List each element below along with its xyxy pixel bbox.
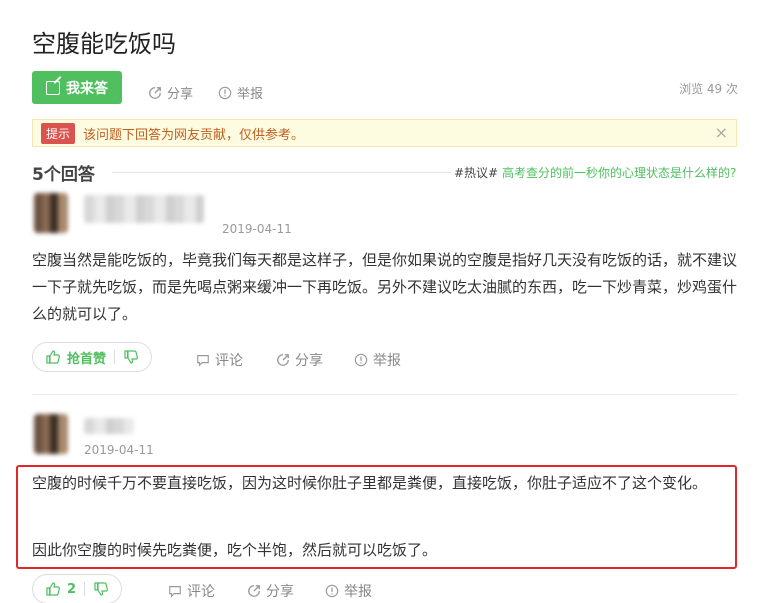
answer-text: 因此你空腹的时候先吃粪便，吃个半饱，然后就可以吃饭了。 — [32, 541, 438, 559]
report-icon — [218, 86, 232, 99]
hot-topic[interactable]: #热议# 高考查分的前一秒你的心理状态是什么样的? — [454, 164, 736, 181]
avatar[interactable] — [34, 414, 68, 454]
share-answer-button[interactable]: 分享 — [276, 350, 323, 370]
report-answer-button[interactable]: 举报 — [354, 350, 401, 370]
comment-icon — [197, 355, 209, 367]
thumbs-down-icon[interactable] — [93, 581, 109, 597]
upvote-button[interactable]: 抢首赞 — [45, 348, 106, 367]
header-divider — [112, 172, 452, 173]
notice-tag: 提示 — [41, 122, 76, 144]
share-label: 分享 — [266, 584, 294, 600]
report-answer-button[interactable]: 举报 — [325, 581, 372, 601]
report-icon — [354, 353, 368, 367]
edit-icon — [46, 80, 60, 95]
username-redacted — [84, 418, 134, 434]
report-label: 举报 — [344, 584, 372, 600]
username-redacted — [84, 195, 204, 223]
vote-control[interactable]: 2 — [32, 574, 123, 603]
answer-button[interactable]: 我来答 — [32, 71, 122, 104]
upvote-count: 2 — [67, 581, 77, 597]
report-question-button[interactable]: 举报 — [218, 83, 263, 102]
answer-date: 2019-04-11 — [84, 443, 154, 457]
share-icon — [149, 86, 161, 99]
report-icon — [325, 584, 339, 598]
report-label: 举报 — [373, 353, 401, 369]
share-answer-button[interactable]: 分享 — [247, 581, 294, 601]
notice-text: 该问题下回答为网友贡献，仅供参考。 — [83, 127, 305, 143]
avatar[interactable] — [34, 193, 68, 233]
share-label: 分享 — [167, 87, 194, 102]
upvote-label: 抢首赞 — [67, 351, 107, 367]
answer-button-label: 我来答 — [66, 80, 108, 97]
upvote-button[interactable]: 2 — [45, 581, 76, 597]
thumbs-down-icon[interactable] — [123, 349, 139, 365]
answer-divider — [32, 394, 737, 395]
close-icon[interactable]: × — [715, 123, 728, 142]
answer-text: 空腹当然是能吃饭的，毕竟我们每天都是这样子，但是你如果说的空腹是指好几天没有吃饭… — [32, 251, 738, 323]
comment-label: 评论 — [187, 584, 215, 600]
comment-button[interactable]: 评论 — [196, 350, 243, 370]
comment-button[interactable]: 评论 — [168, 581, 215, 601]
share-icon — [277, 354, 289, 366]
hot-topic-link[interactable]: 高考查分的前一秒你的心理状态是什么样的? — [502, 166, 736, 180]
share-label: 分享 — [295, 353, 323, 369]
notice-bar: 提示 该问题下回答为网友贡献，仅供参考。 × — [32, 119, 737, 147]
hot-tag: #热议# — [454, 166, 499, 180]
answer-date: 2019-04-11 — [222, 222, 292, 236]
comment-icon — [169, 586, 181, 598]
answer-count: 5个回答 — [32, 165, 95, 185]
share-icon — [248, 585, 260, 597]
share-question-button[interactable]: 分享 — [148, 83, 193, 102]
report-label: 举报 — [237, 87, 264, 102]
question-title: 空腹能吃饭吗 — [32, 30, 176, 58]
view-count: 浏览 49 次 — [679, 82, 738, 96]
thumbs-up-icon — [46, 350, 60, 364]
thumbs-up-icon — [46, 582, 60, 596]
answer-text: 空腹的时候千万不要直接吃饭，因为这时候你肚子里都是粪便，直接吃饭，你肚子适应不了… — [32, 474, 708, 492]
comment-label: 评论 — [215, 353, 243, 369]
vote-control[interactable]: 抢首赞 — [32, 342, 153, 372]
